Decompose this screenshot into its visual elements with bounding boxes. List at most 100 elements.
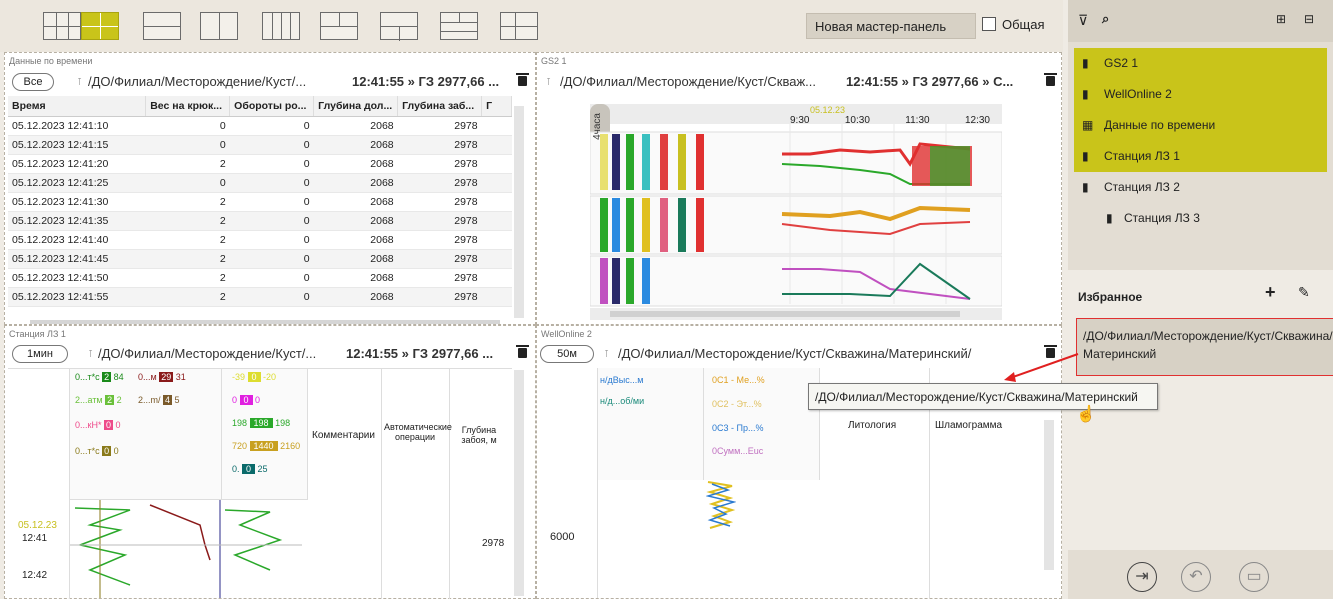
column-header[interactable]: Вес на крюк... [145,96,231,117]
well-scrollbar[interactable] [1044,420,1054,570]
table-cell: 05.12.2023 12:41:55 [8,287,146,307]
column-header[interactable]: Глубина заб... [397,96,483,117]
undo-icon[interactable]: ↶ [1181,562,1211,592]
table-row[interactable]: 05.12.2023 12:41:40 2 0 2068 2978 [8,230,512,250]
table-cell: 2978 [397,173,482,193]
table-scrollbar[interactable] [514,106,524,318]
well-panel-path: /ДО/Филиал/Месторождение/Куст/Скважина/М… [618,346,972,361]
table-row[interactable]: 05.12.2023 12:41:25 0 0 2068 2978 [8,173,512,193]
sidebar-item[interactable]: ▮ GS2 1 [1074,48,1327,79]
table-cell: 2978 [397,249,482,269]
gas-curves [706,481,736,529]
table-cell: 05.12.2023 12:41:15 [8,135,146,155]
new-master-panel-button[interactable]: Новая мастер-панель [806,13,976,39]
sum-gauge: 0Сумм...Еuc [712,446,764,456]
depth-header: Глубина забоя, м [461,425,497,445]
table-cell: 0 [229,268,314,288]
table-cell: 2 [145,192,230,212]
lz-right-gauge: 720 1440 2160 [232,441,301,451]
table-row[interactable]: 05.12.2023 12:41:35 2 0 2068 2978 [8,211,512,231]
common-checkbox[interactable] [982,17,996,31]
sidebar-item[interactable]: ▮ Станция ЛЗ 3 [1074,203,1327,234]
table-cell: 2068 [313,230,398,250]
layout-cols-4-button[interactable] [262,12,300,40]
interval-button[interactable]: 1мин [12,345,68,363]
favorites-section [1068,270,1333,550]
delete-panel-icon[interactable] [1044,73,1057,86]
table-cell: 2 [145,230,230,250]
column-header[interactable]: Г [481,96,512,117]
table-cell: 0 [229,230,314,250]
lz-gauge: 0...т*с 0 0 [75,446,119,456]
layout-rows-2-button[interactable] [143,12,181,40]
layout-mixed-2-button[interactable] [380,12,418,41]
table-row[interactable]: 05.12.2023 12:41:30 2 0 2068 2978 [8,192,512,212]
sidebar-item-label: Станция ЛЗ 1 [1104,149,1180,163]
table-hscrollbar[interactable] [30,320,500,324]
table-cell: 2068 [313,268,398,288]
logout-icon[interactable]: ⇥ [1127,562,1157,592]
column-header[interactable]: Время [8,96,147,117]
sidebar-item[interactable]: ▦ Данные по времени [1074,110,1327,141]
table-row[interactable]: 05.12.2023 12:41:20 2 0 2068 2978 [8,154,512,174]
table-cell: 2 [145,154,230,174]
filter-icon[interactable]: ⊽ [1078,12,1088,29]
collapse-all-icon[interactable]: ⊟ [1304,12,1314,26]
table-cell [481,268,512,288]
column-header[interactable]: Обороты ро... [229,96,315,117]
table-cell: 05.12.2023 12:41:30 [8,192,146,212]
table-cell [481,230,512,250]
lz-time-1: 12:41 [22,533,48,544]
table-cell: 2 [145,268,230,288]
table-row[interactable]: 05.12.2023 12:41:10 0 0 2068 2978 [8,116,512,136]
table-cell: 05.12.2023 12:41:50 [8,268,146,288]
sidebar-item[interactable]: ▮ WellOnline 2 [1074,79,1327,110]
lz-date: 05.12.23 [18,520,57,531]
table-cell: 05.12.2023 12:41:35 [8,211,146,231]
interval-button[interactable]: 50м [540,345,594,363]
table-row[interactable]: 05.12.2023 12:41:50 2 0 2068 2978 [8,268,512,288]
comments-track [308,369,382,599]
time-tick: 11:30 [905,115,930,126]
sidebar-item-label: WellOnline 2 [1104,87,1172,101]
delete-panel-icon[interactable] [516,73,529,86]
table-cell [481,211,512,231]
table-cell: 0 [145,173,230,193]
layout-grid-3x2-button[interactable] [43,12,81,40]
table-cell: 2068 [313,154,398,174]
table-row[interactable]: 05.12.2023 12:41:55 2 0 2068 2978 [8,287,512,307]
layout-grid-2x2-button[interactable] [81,12,119,40]
lz-gauge: 0...т*с 2 84 [75,372,124,382]
expand-all-icon[interactable]: ⊞ [1276,12,1286,26]
table-row[interactable]: 05.12.2023 12:41:15 0 0 2068 2978 [8,135,512,155]
edit-favorite-icon[interactable]: ✎ [1298,284,1310,301]
layout-mixed-3-button[interactable] [440,12,478,40]
sidebar-item[interactable]: ▮ Станция ЛЗ 1 [1074,141,1327,172]
table-cell [481,135,512,155]
favorite-item[interactable]: /ДО/Филиал/Месторождение/Куст/Скважина/М… [1076,318,1333,376]
pin-icon[interactable]: ⊺ [88,349,93,360]
sidebar-item[interactable]: ▮ Станция ЛЗ 2 [1074,172,1327,203]
lz-scrollbar[interactable] [514,370,524,596]
all-filter-button[interactable]: Все [12,73,54,91]
delete-panel-icon[interactable] [516,345,529,358]
c1-gauge: 0С1 - Ме...% [712,375,765,385]
pin-icon[interactable]: ⊺ [604,349,609,360]
depth-label: 6000 [550,531,575,543]
save-icon[interactable]: ▭ [1239,562,1269,592]
layout-mixed-4-button[interactable] [500,12,538,40]
table-row[interactable]: 05.12.2023 12:41:45 2 0 2068 2978 [8,249,512,269]
gauge-track-2 [222,369,308,499]
layout-cols-2-button[interactable] [200,12,238,40]
table-cell: 05.12.2023 12:41:40 [8,230,146,250]
pin-icon[interactable]: ⊺ [546,77,551,88]
layout-mixed-1-button[interactable] [320,12,358,40]
search-icon[interactable]: ⌕ [1102,11,1109,27]
table-cell: 2068 [313,116,398,136]
panel-title: Станция ЛЗ 1 [9,329,66,339]
pin-icon[interactable]: ⊺ [77,77,82,88]
add-favorite-icon[interactable]: + [1265,282,1276,303]
range-4h-button[interactable]: 4часа [592,113,603,140]
table-cell: 2978 [397,268,482,288]
column-header[interactable]: Глубина дол... [313,96,399,117]
